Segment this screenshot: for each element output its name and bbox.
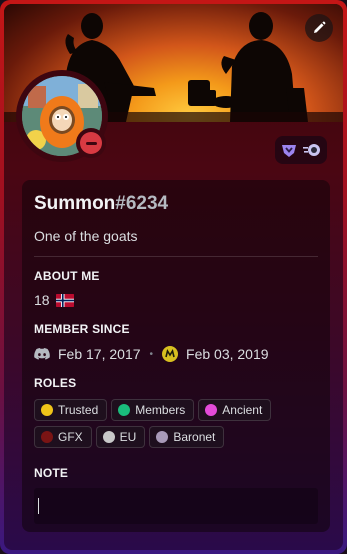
- nitro-badge-icon[interactable]: [303, 142, 321, 158]
- role-color-dot: [41, 431, 53, 443]
- discord-join-date: Feb 17, 2017: [58, 346, 141, 362]
- roles-section: Roles Trusted Members Ancient GFX EU Bar…: [34, 376, 318, 448]
- role-pill[interactable]: Members: [111, 399, 195, 421]
- discriminator: #6234: [115, 193, 169, 214]
- note-input[interactable]: [34, 488, 318, 524]
- edit-profile-button[interactable]: [305, 14, 333, 42]
- custom-status: One of the goats: [34, 228, 138, 244]
- note-section: Note: [34, 466, 318, 524]
- role-name: Trusted: [58, 403, 99, 417]
- note-title: Note: [34, 466, 69, 480]
- username-line[interactable]: Summon#6234: [34, 192, 318, 216]
- role-color-dot: [156, 431, 169, 443]
- text-caret: [38, 498, 39, 514]
- role-pill[interactable]: GFX: [34, 426, 92, 448]
- divider: [34, 256, 318, 257]
- role-name: Baronet: [173, 430, 216, 444]
- profile-body: Summon#6234 One of the goats About Me 18: [4, 4, 343, 550]
- about-me-content: 18: [34, 292, 318, 308]
- pencil-icon: [314, 21, 326, 33]
- member-since-section: Member Since Feb 17, 2017 •: [34, 322, 318, 362]
- server-join-date: Feb 03, 2019: [186, 346, 269, 362]
- roles-title: Roles: [34, 376, 77, 390]
- role-name: GFX: [58, 430, 83, 444]
- about-me-title: About Me: [34, 269, 100, 283]
- role-name: EU: [119, 430, 137, 444]
- member-since-title: Member Since: [34, 322, 130, 336]
- role-pill[interactable]: Baronet: [149, 426, 225, 448]
- date-separator: •: [149, 348, 154, 360]
- member-since-row: Feb 17, 2017 • Feb 03, 2019: [34, 346, 318, 362]
- role-list: Trusted Members Ancient GFX EU Baronet: [34, 399, 324, 448]
- discord-logo-icon: [34, 348, 50, 360]
- role-pill[interactable]: Trusted: [34, 399, 108, 421]
- profile-info-panel: Summon#6234 One of the goats About Me 18: [22, 180, 330, 532]
- hypesquad-badge-icon[interactable]: [281, 142, 297, 158]
- role-color-dot: [41, 404, 53, 416]
- norway-flag-icon: [55, 293, 74, 307]
- about-me-section: About Me 18: [34, 269, 318, 308]
- server-icon: [162, 346, 179, 362]
- role-pill[interactable]: EU: [95, 426, 146, 448]
- badge-list: [275, 136, 327, 164]
- status-indicator: [76, 128, 106, 158]
- role-color-dot: [118, 404, 131, 416]
- username: Summon: [34, 193, 116, 214]
- role-color-dot: [102, 431, 115, 443]
- profile-popout: Summon#6234 One of the goats About Me 18: [0, 0, 347, 554]
- role-name: Members: [135, 403, 186, 417]
- role-color-dot: [205, 404, 218, 416]
- role-pill[interactable]: Ancient: [198, 399, 272, 421]
- do-not-disturb-icon: [80, 132, 102, 154]
- role-name: Ancient: [222, 403, 263, 417]
- about-me-age: 18: [34, 292, 50, 308]
